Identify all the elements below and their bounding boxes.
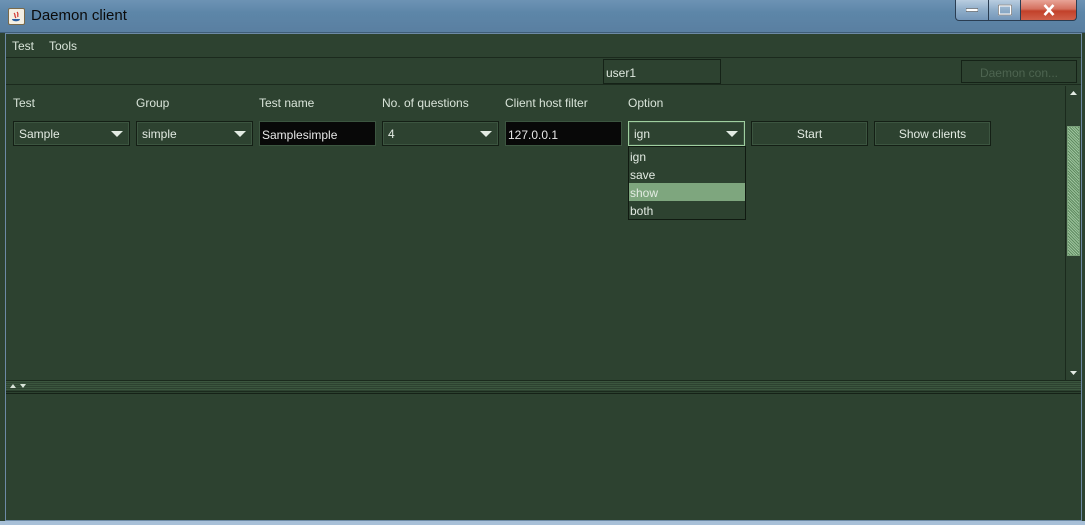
output-panel xyxy=(6,393,1081,520)
maximize-icon xyxy=(997,4,1012,16)
menu-bar: Test Tools xyxy=(6,34,1081,57)
scroll-up-button[interactable] xyxy=(1066,86,1081,100)
option-select-value: ign xyxy=(634,127,651,141)
close-button[interactable] xyxy=(1020,0,1077,21)
split-divider[interactable] xyxy=(6,380,1081,392)
status-toolbar: user1 Daemon con... xyxy=(6,57,1081,85)
group-label: Group xyxy=(136,96,170,110)
option-item-show[interactable]: show xyxy=(629,183,745,201)
chevron-down-icon xyxy=(234,131,246,137)
vertical-scrollbar[interactable] xyxy=(1065,86,1081,380)
arrow-up-icon xyxy=(1070,91,1077,95)
chevron-down-icon xyxy=(111,131,123,137)
arrow-down-icon xyxy=(1070,371,1077,375)
taskbar-edge xyxy=(0,521,1085,525)
menu-tools[interactable]: Tools xyxy=(49,39,77,53)
test-select-value: Sample xyxy=(19,127,60,141)
maximize-button[interactable] xyxy=(988,0,1021,21)
minimize-button[interactable] xyxy=(955,0,989,21)
title-bar[interactable]: Daemon client xyxy=(0,0,1085,33)
close-icon xyxy=(1043,4,1054,16)
java-icon xyxy=(8,8,25,25)
window-title: Daemon client xyxy=(31,7,127,24)
test-form-panel: Test Group Test name No. of questions Cl… xyxy=(6,86,1065,380)
group-select-value: simple xyxy=(142,127,177,141)
menu-test[interactable]: Test xyxy=(12,39,34,53)
option-item-ign[interactable]: ign xyxy=(629,147,745,165)
questions-select-value: 4 xyxy=(388,127,395,141)
split-arrows-icon[interactable] xyxy=(9,382,31,390)
app-frame: Test Tools user1 Daemon con... Test Grou… xyxy=(5,33,1082,521)
option-label: Option xyxy=(628,96,664,110)
group-select[interactable]: simple xyxy=(136,121,253,146)
user-field[interactable]: user1 xyxy=(603,59,721,84)
test-name-input[interactable]: Samplesimple xyxy=(259,121,376,146)
test-name-label: Test name xyxy=(259,96,315,110)
test-label: Test xyxy=(13,96,36,110)
start-button[interactable]: Start xyxy=(751,121,868,146)
questions-label: No. of questions xyxy=(382,96,469,110)
test-select[interactable]: Sample xyxy=(13,121,130,146)
option-dropdown-list: ign save show both xyxy=(628,146,746,220)
host-filter-input[interactable]: 127.0.0.1 xyxy=(505,121,622,146)
option-item-both[interactable]: both xyxy=(629,201,745,219)
minimize-icon xyxy=(966,8,978,12)
questions-select[interactable]: 4 xyxy=(382,121,499,146)
scrollbar-thumb[interactable] xyxy=(1067,126,1080,256)
show-clients-button[interactable]: Show clients xyxy=(874,121,991,146)
host-filter-label: Client host filter xyxy=(505,96,588,110)
daemon-connect-button[interactable]: Daemon con... xyxy=(961,60,1077,83)
chevron-down-icon xyxy=(480,131,492,137)
option-select[interactable]: ign xyxy=(628,121,745,146)
chevron-down-icon xyxy=(726,131,738,137)
scroll-down-button[interactable] xyxy=(1066,366,1081,380)
option-item-save[interactable]: save xyxy=(629,165,745,183)
